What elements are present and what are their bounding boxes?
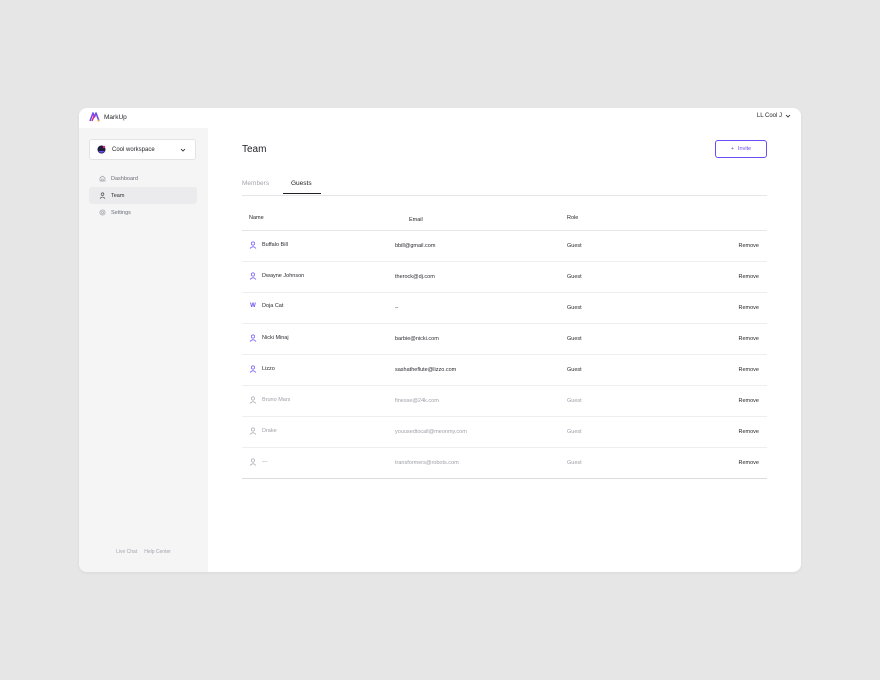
remove-button[interactable]: Remove <box>739 367 759 373</box>
chevron-down-icon <box>180 148 186 152</box>
guest-role: Guest <box>567 429 582 435</box>
guest-name-cell: Dwayne Johnson <box>249 272 304 280</box>
guest-name-cell: Drake <box>249 427 277 435</box>
plus-icon: + <box>730 146 735 152</box>
sidebar-item-label: Settings <box>111 209 131 216</box>
workspace-name: Cool workspace <box>112 146 155 153</box>
user-menu[interactable]: LL Cool J <box>757 113 791 119</box>
guest-email: youusedtocall@meonmy.com <box>395 429 467 435</box>
guest-role: Guest <box>567 243 582 249</box>
guest-name: Doja Cat <box>262 303 284 309</box>
guest-name-cell: Buffalo Bill <box>249 241 288 249</box>
guest-email: – <box>395 305 399 311</box>
user-icon <box>249 241 257 249</box>
guest-name: Lizzo <box>262 366 275 372</box>
guest-name: — <box>262 459 268 465</box>
table-header: Name Email Role <box>242 210 767 231</box>
guest-email: sashatheflute@lizzo.com <box>395 367 457 373</box>
guest-name: Buffalo Bill <box>262 242 288 248</box>
guest-email: bbill@gmail.com <box>395 243 436 249</box>
sidebar-item-team[interactable]: Team <box>89 187 197 204</box>
guest-email: finesse@24k.com <box>395 398 439 404</box>
user-name: LL Cool J <box>756 113 782 119</box>
guest-email: therock@dj.com <box>395 274 435 280</box>
table-row: Lizzo sashatheflute@lizzo.com Guest Remove <box>242 355 767 386</box>
remove-button[interactable]: Remove <box>739 398 759 404</box>
guests-table: Name Email Role Buffalo Bill bbill@gmail.… <box>242 210 767 479</box>
user-icon <box>249 272 257 280</box>
sidebar-item-settings[interactable]: Settings <box>89 204 197 221</box>
tabs: Members Guests <box>242 178 767 196</box>
home-icon <box>99 175 106 182</box>
table-row: Bruno Mars finesse@24k.com Guest Remove <box>242 386 767 417</box>
guest-email: transformers@robots.com <box>395 460 459 466</box>
remove-button[interactable]: Remove <box>739 305 759 311</box>
guest-name-cell: — <box>249 458 268 466</box>
user-icon <box>249 458 257 466</box>
brand-name: MarkUp <box>104 113 127 121</box>
guest-role: Guest <box>567 336 582 342</box>
tab-guests[interactable]: Guests <box>291 180 312 194</box>
table-row: Drake youusedtocall@meonmy.com Guest Remove <box>242 417 767 448</box>
page-title: Team <box>242 144 267 155</box>
user-icon <box>99 192 106 199</box>
main-content: Team + Invite Members Guests Name Email … <box>208 128 801 572</box>
guest-name: Bruno Mars <box>262 397 291 403</box>
live-chat-link[interactable]: Live Chat <box>116 549 137 555</box>
active-tab-indicator <box>283 193 321 194</box>
invite-label: Invite <box>738 146 752 152</box>
header-email: Email <box>409 217 423 223</box>
tab-members[interactable]: Members <box>242 180 269 194</box>
guest-name-cell: Lizzo <box>249 365 275 373</box>
workspace-logo-icon <box>97 145 106 154</box>
guest-role: Guest <box>567 460 582 466</box>
guest-name: Drake <box>262 428 277 434</box>
remove-button[interactable]: Remove <box>739 429 759 435</box>
header-name: Name <box>249 215 264 221</box>
user-icon <box>249 427 257 435</box>
guest-name-cell: Bruno Mars <box>249 396 290 404</box>
guest-name: Nicki Minaj <box>262 335 289 341</box>
guest-name-cell: W Doja Cat <box>249 303 283 309</box>
letter-w-icon: W <box>250 303 256 309</box>
table-body: Buffalo Bill bbill@gmail.com Guest Remove Dw… <box>242 231 767 479</box>
remove-button[interactable]: Remove <box>739 336 759 342</box>
guest-email: barbie@nicki.com <box>395 336 439 342</box>
header-role: Role <box>567 215 579 221</box>
table-row: W Doja Cat – Guest Remove <box>242 293 767 324</box>
user-icon <box>249 365 257 373</box>
sidebar-item-dashboard[interactable]: Dashboard <box>89 170 197 187</box>
top-bar: MarkUp LL Cool J <box>79 108 801 128</box>
guest-name-cell: Nicki Minaj <box>249 334 289 342</box>
workspace-select[interactable]: Cool workspace <box>89 139 196 160</box>
user-icon <box>249 396 257 404</box>
remove-button[interactable]: Remove <box>739 243 759 249</box>
brand[interactable]: MarkUp <box>89 112 127 122</box>
sidebar-footer: Live Chat Help Center <box>79 549 208 555</box>
table-row: Nicki Minaj barbie@nicki.com Guest Remove <box>242 324 767 355</box>
chevron-down-icon <box>785 114 791 118</box>
guest-role: Guest <box>567 274 582 280</box>
table-row: — transformers@robots.com Guest Remove <box>242 448 767 479</box>
guest-role: Guest <box>567 398 582 404</box>
remove-button[interactable]: Remove <box>739 274 759 280</box>
table-row: Buffalo Bill bbill@gmail.com Guest Remove <box>242 231 767 262</box>
invite-button[interactable]: + Invite <box>715 140 767 158</box>
app-window: MarkUp LL Cool J Cool workspace Dashboar… <box>79 108 801 572</box>
guest-name: Dwayne Johnson <box>262 273 305 279</box>
sidebar-item-label: Team <box>111 192 125 199</box>
help-center-link[interactable]: Help Center <box>144 549 171 555</box>
sidebar-item-label: Dashboard <box>111 175 138 182</box>
user-icon <box>249 334 257 342</box>
markup-logo-icon <box>89 112 100 122</box>
guest-role: Guest <box>567 367 582 373</box>
sidebar-nav: Dashboard Team Settings <box>89 170 197 221</box>
gear-icon <box>99 209 106 216</box>
guest-role: Guest <box>567 305 582 311</box>
remove-button[interactable]: Remove <box>739 460 759 466</box>
sidebar: Cool workspace Dashboard Team Settings L… <box>79 128 208 572</box>
table-row: Dwayne Johnson therock@dj.com Guest Remove <box>242 262 767 293</box>
